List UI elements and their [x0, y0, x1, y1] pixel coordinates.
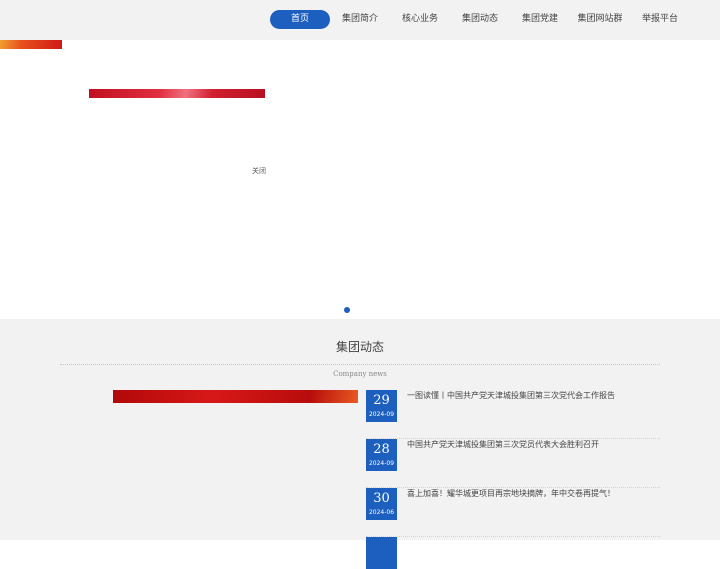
popup-close-link[interactable]: 关闭	[252, 166, 266, 176]
hero-banner: 关闭	[0, 40, 720, 319]
section-title: 集团动态	[335, 340, 384, 354]
nav-item-about[interactable]: 集团简介	[330, 10, 390, 29]
nav-item-core-business[interactable]: 核心业务	[390, 10, 450, 29]
date-badge: 29 2024-09	[366, 390, 397, 422]
top-header: 首页 集团简介 核心业务 集团动态 集团党建 集团网站群 举报平台	[0, 0, 720, 40]
date-badge: 30 2024-06	[366, 488, 397, 520]
date-day	[366, 537, 397, 539]
carousel-dot-1[interactable]	[344, 307, 350, 313]
section-subtitle: Company news	[333, 370, 387, 378]
date-badge: 28 2024-09	[366, 439, 397, 471]
date-day: 29	[373, 393, 390, 408]
nav-item-site-group[interactable]: 集团网站群	[570, 10, 630, 29]
news-list: 29 2024-09 一图读懂丨中国共产党天津城投集团第三次党代会工作报告 28…	[366, 390, 660, 569]
news-headline-link[interactable]: 一图读懂丨中国共产党天津城投集团第三次党代会工作报告	[407, 390, 660, 401]
news-list-item[interactable]	[366, 537, 660, 569]
popup-banner-image[interactable]	[89, 89, 265, 98]
date-year-month: 2024-09	[368, 460, 395, 467]
nav-item-report[interactable]: 举报平台	[630, 10, 690, 29]
nav-item-news[interactable]: 集团动态	[450, 10, 510, 29]
news-list-item[interactable]: 30 2024-06 喜上加喜！耀华城更项目再宗地块摘牌，年中交卷再提气！	[366, 488, 660, 537]
date-year-month: 2024-09	[368, 411, 395, 418]
date-day: 28	[373, 442, 390, 457]
nav-item-home[interactable]: 首页	[270, 10, 330, 29]
news-list-item[interactable]: 28 2024-09 中国共产党天津城投集团第三次党员代表大会胜利召开	[366, 439, 660, 488]
news-list-item[interactable]: 29 2024-09 一图读懂丨中国共产党天津城投集团第三次党代会工作报告	[366, 390, 660, 439]
nav-item-party-building[interactable]: 集团党建	[510, 10, 570, 29]
section-divider	[60, 364, 660, 365]
date-badge	[366, 537, 397, 569]
news-headline-link[interactable]: 喜上加喜！耀华城更项目再宗地块摘牌，年中交卷再提气！	[407, 488, 660, 499]
news-section: 集团动态 Company news 29 2024-09 一图读懂丨中国共产党天…	[0, 319, 720, 569]
featured-news-image[interactable]	[113, 390, 358, 403]
banner-image-corner	[0, 40, 62, 49]
main-nav: 首页 集团简介 核心业务 集团动态 集团党建 集团网站群 举报平台	[270, 10, 690, 29]
date-day: 30	[373, 491, 390, 506]
news-headline-link[interactable]: 中国共产党天津城投集团第三次党员代表大会胜利召开	[407, 439, 660, 450]
date-year-month: 2024-06	[368, 509, 395, 516]
